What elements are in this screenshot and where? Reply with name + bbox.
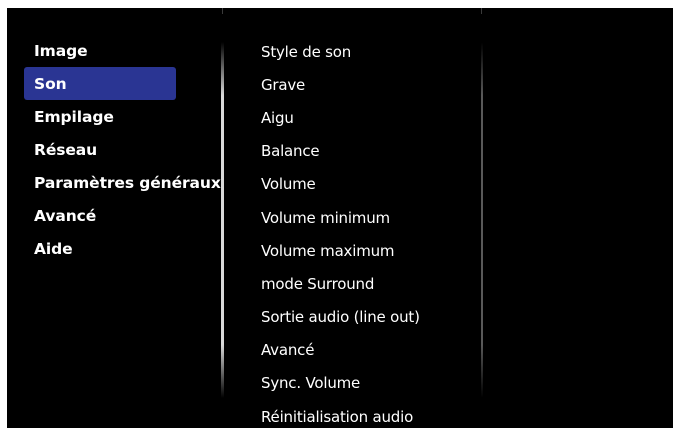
submenu-item-balance[interactable]: Balance	[261, 135, 476, 168]
submenu-item-label: mode Surround	[261, 274, 375, 293]
submenu-item-volume-maximum[interactable]: Volume maximum	[261, 234, 476, 267]
main-menu-item-label: Son	[34, 74, 67, 93]
main-menu-item-image[interactable]: Image	[24, 34, 214, 67]
submenu-item-label: Volume	[261, 175, 316, 194]
submenu-item-label: Réinitialisation audio	[261, 407, 414, 426]
submenu-item-label: Sync. Volume	[261, 374, 361, 393]
submenu-item-volume[interactable]: Volume	[261, 168, 476, 201]
main-menu: Image Son Empilage Réseau Paramètres gén…	[24, 34, 221, 265]
submenu-item-label: Volume maximum	[261, 241, 395, 260]
submenu-item-label: Aigu	[261, 108, 294, 127]
main-menu-item-son[interactable]: Son	[24, 67, 176, 100]
submenu-item-label: Grave	[261, 75, 306, 94]
submenu-item-mode-surround[interactable]: mode Surround	[261, 267, 476, 300]
top-divider-tick	[481, 8, 482, 14]
main-menu-item-label: Avancé	[34, 206, 97, 225]
main-menu-item-avance[interactable]: Avancé	[24, 199, 214, 232]
main-menu-item-parametres-generaux[interactable]: Paramètres généraux	[24, 166, 221, 199]
main-menu-item-label: Aide	[34, 239, 73, 258]
submenu-item-sortie-audio[interactable]: Sortie audio (line out)	[261, 301, 476, 334]
main-menu-item-label: Empilage	[34, 107, 114, 126]
submenu-item-grave[interactable]: Grave	[261, 68, 476, 101]
submenu-item-sync-volume[interactable]: Sync. Volume	[261, 367, 476, 400]
main-menu-item-label: Paramètres généraux	[34, 173, 221, 192]
column-divider	[221, 42, 224, 398]
main-menu-item-label: Image	[34, 41, 88, 60]
submenu-item-label: Sortie audio (line out)	[261, 308, 420, 327]
submenu-item-label: Style de son	[261, 42, 352, 61]
submenu-item-avance[interactable]: Avancé	[261, 334, 476, 367]
sound-submenu: Style de son Grave Aigu Balance Volume V…	[261, 35, 476, 428]
main-menu-item-empilage[interactable]: Empilage	[24, 100, 214, 133]
submenu-item-volume-minimum[interactable]: Volume minimum	[261, 201, 476, 234]
submenu-item-reinitialisation-audio[interactable]: Réinitialisation audio	[261, 400, 476, 428]
main-menu-item-aide[interactable]: Aide	[24, 232, 214, 265]
main-menu-item-label: Réseau	[34, 140, 98, 159]
submenu-item-label: Volume minimum	[261, 208, 390, 227]
osd-menu-screen: Image Son Empilage Réseau Paramètres gén…	[7, 8, 673, 428]
top-divider-tick	[222, 8, 223, 14]
submenu-item-label: Avancé	[261, 341, 315, 360]
main-menu-item-reseau[interactable]: Réseau	[24, 133, 214, 166]
column-divider	[481, 42, 483, 398]
submenu-item-label: Balance	[261, 142, 320, 161]
submenu-item-aigu[interactable]: Aigu	[261, 101, 476, 134]
submenu-item-style-de-son[interactable]: Style de son	[261, 35, 476, 68]
